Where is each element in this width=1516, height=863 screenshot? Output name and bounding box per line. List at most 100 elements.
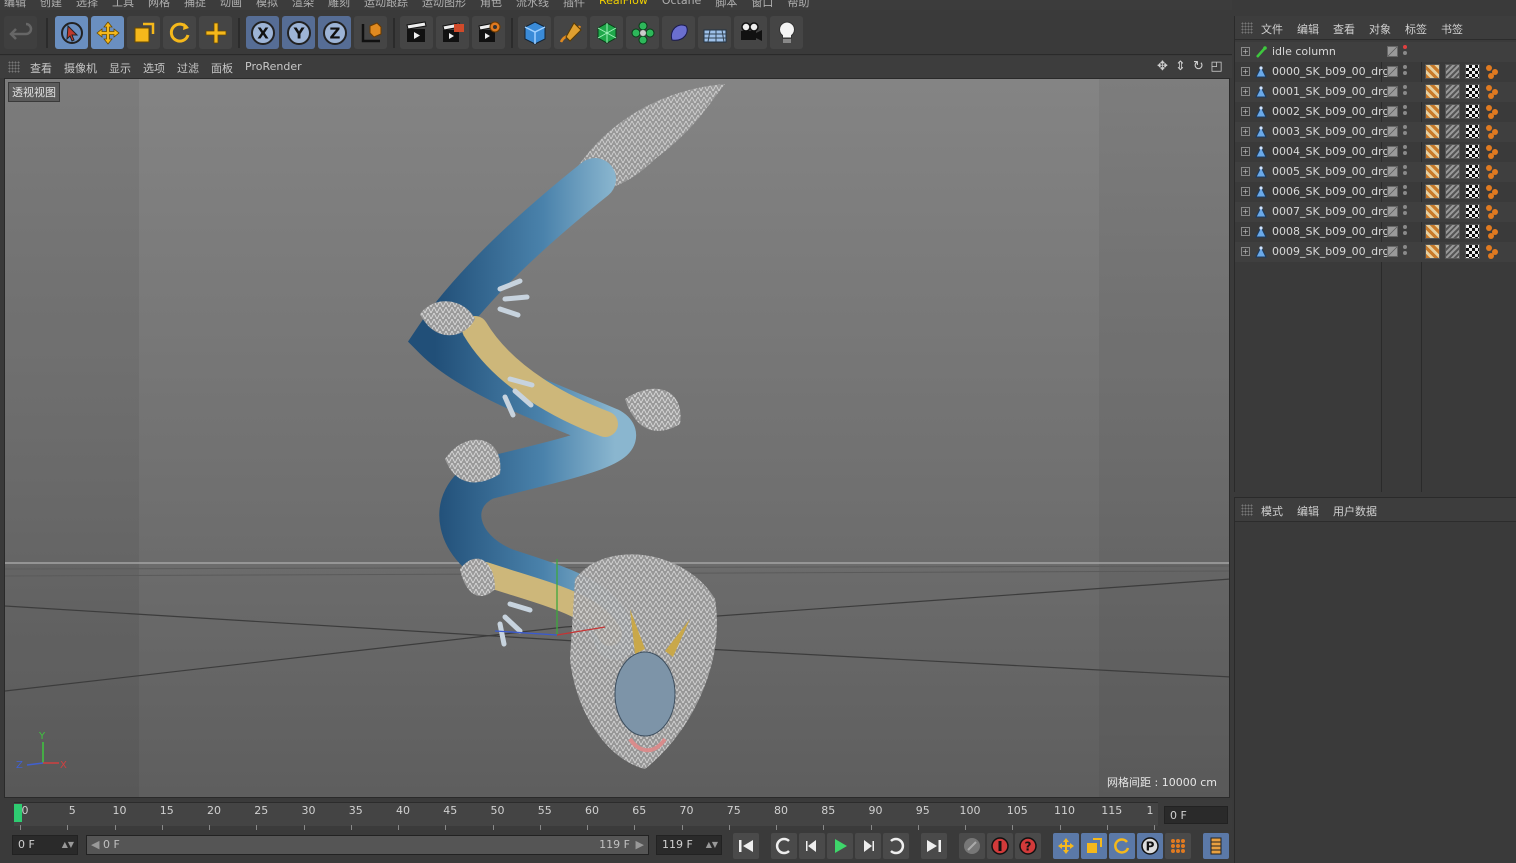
layer-visibility-icon[interactable] bbox=[1387, 106, 1398, 117]
object-row[interactable]: +0009_SK_b09_00_drg bbox=[1235, 242, 1516, 262]
menu-item[interactable]: Octane bbox=[662, 0, 702, 10]
viewport-menu-filter[interactable]: 过滤 bbox=[177, 60, 199, 76]
menu-item[interactable]: 帮助 bbox=[787, 0, 809, 10]
panel-grip-icon[interactable] bbox=[1241, 22, 1253, 34]
object-row[interactable]: +0003_SK_b09_00_drg bbox=[1235, 122, 1516, 142]
menu-item[interactable]: RealFlow bbox=[599, 0, 648, 10]
weight-tag-icon[interactable] bbox=[1485, 104, 1500, 119]
expand-toggle-icon[interactable]: + bbox=[1241, 207, 1250, 216]
weight-tag-icon[interactable] bbox=[1485, 84, 1500, 99]
om-menu-objects[interactable]: 对象 bbox=[1369, 21, 1391, 37]
weight-tag-icon[interactable] bbox=[1485, 144, 1500, 159]
texture-tag-icon[interactable] bbox=[1465, 224, 1480, 239]
skin-tag-icon[interactable] bbox=[1425, 244, 1440, 259]
editor-render-visibility-icon[interactable] bbox=[1403, 125, 1407, 139]
viewport-menu-prorender[interactable]: ProRender bbox=[245, 60, 302, 76]
layer-visibility-icon[interactable] bbox=[1387, 166, 1398, 177]
editor-render-visibility-icon[interactable] bbox=[1403, 45, 1407, 59]
rotate-icon[interactable] bbox=[163, 16, 196, 49]
om-menu-bookmarks[interactable]: 书签 bbox=[1441, 21, 1463, 37]
layer-visibility-icon[interactable] bbox=[1387, 206, 1398, 217]
material-tag-icon[interactable] bbox=[1445, 124, 1460, 139]
menu-item[interactable]: 捕捉 bbox=[184, 0, 206, 10]
object-row[interactable]: +0001_SK_b09_00_drg bbox=[1235, 82, 1516, 102]
spinner-arrows-icon[interactable]: ▲▼ bbox=[706, 836, 718, 854]
x-axis-icon[interactable]: X bbox=[246, 16, 279, 49]
menu-item[interactable]: 渲染 bbox=[292, 0, 314, 10]
expand-toggle-icon[interactable]: + bbox=[1241, 67, 1250, 76]
skin-tag-icon[interactable] bbox=[1425, 104, 1440, 119]
record-keys-button[interactable] bbox=[987, 833, 1013, 859]
go-to-start-button[interactable] bbox=[733, 833, 759, 859]
editor-render-visibility-icon[interactable] bbox=[1403, 165, 1407, 179]
material-tag-icon[interactable] bbox=[1445, 104, 1460, 119]
object-row[interactable]: + idle column bbox=[1235, 42, 1516, 62]
skin-tag-icon[interactable] bbox=[1425, 204, 1440, 219]
floor-environment-icon[interactable] bbox=[698, 16, 731, 49]
dolly-view-icon[interactable]: ⇕ bbox=[1173, 59, 1188, 74]
coordinate-system-icon[interactable] bbox=[354, 16, 387, 49]
texture-tag-icon[interactable] bbox=[1465, 144, 1480, 159]
viewport-menu-view[interactable]: 查看 bbox=[30, 60, 52, 76]
material-tag-icon[interactable] bbox=[1445, 144, 1460, 159]
menu-item[interactable]: 流水线 bbox=[516, 0, 549, 10]
object-row[interactable]: +0002_SK_b09_00_drg bbox=[1235, 102, 1516, 122]
object-name[interactable]: 0002_SK_b09_00_drg bbox=[1272, 105, 1389, 118]
object-name[interactable]: 0001_SK_b09_00_drg bbox=[1272, 85, 1389, 98]
camera-icon[interactable] bbox=[734, 16, 767, 49]
maximize-view-icon[interactable]: ◰ bbox=[1209, 59, 1224, 74]
undo-icon[interactable] bbox=[4, 16, 37, 49]
om-menu-tags[interactable]: 标签 bbox=[1405, 21, 1427, 37]
menu-item[interactable]: 创建 bbox=[40, 0, 62, 10]
texture-tag-icon[interactable] bbox=[1465, 64, 1480, 79]
layer-visibility-icon[interactable] bbox=[1387, 246, 1398, 257]
layer-visibility-icon[interactable] bbox=[1387, 146, 1398, 157]
texture-tag-icon[interactable] bbox=[1465, 124, 1480, 139]
menu-item[interactable]: 工具 bbox=[112, 0, 134, 10]
spinner-arrows-icon[interactable]: ▲▼ bbox=[62, 836, 74, 854]
editor-render-visibility-icon[interactable] bbox=[1403, 105, 1407, 119]
material-tag-icon[interactable] bbox=[1445, 64, 1460, 79]
expand-toggle-icon[interactable]: + bbox=[1241, 187, 1250, 196]
menu-item[interactable]: 编辑 bbox=[4, 0, 26, 10]
next-frame-button[interactable] bbox=[855, 833, 881, 859]
pan-view-icon[interactable]: ✥ bbox=[1155, 59, 1170, 74]
texture-tag-icon[interactable] bbox=[1465, 104, 1480, 119]
skin-tag-icon[interactable] bbox=[1425, 164, 1440, 179]
editor-render-visibility-icon[interactable] bbox=[1403, 245, 1407, 259]
object-name[interactable]: 0007_SK_b09_00_drg bbox=[1272, 205, 1389, 218]
next-key-button[interactable] bbox=[883, 833, 909, 859]
motion-record-button[interactable] bbox=[959, 833, 985, 859]
current-frame-field[interactable]: 0 F bbox=[1164, 806, 1228, 824]
object-name[interactable]: 0008_SK_b09_00_drg bbox=[1272, 225, 1389, 238]
viewport-menu-display[interactable]: 显示 bbox=[109, 60, 131, 76]
key-parameter-button[interactable]: P bbox=[1137, 833, 1163, 859]
material-tag-icon[interactable] bbox=[1445, 184, 1460, 199]
object-name[interactable]: idle column bbox=[1272, 45, 1336, 58]
move-icon[interactable] bbox=[91, 16, 124, 49]
menu-item[interactable]: 脚本 bbox=[715, 0, 737, 10]
deformer-icon[interactable] bbox=[662, 16, 695, 49]
expand-toggle-icon[interactable]: + bbox=[1241, 147, 1250, 156]
orbit-view-icon[interactable]: ↻ bbox=[1191, 59, 1206, 74]
menu-item[interactable]: 角色 bbox=[480, 0, 502, 10]
expand-toggle-icon[interactable]: + bbox=[1241, 107, 1250, 116]
object-name[interactable]: 0005_SK_b09_00_drg bbox=[1272, 165, 1389, 178]
cloner-icon[interactable] bbox=[626, 16, 659, 49]
menu-item[interactable]: 网格 bbox=[148, 0, 170, 10]
auto-key-button[interactable]: ? bbox=[1015, 833, 1041, 859]
timeline-window-button[interactable] bbox=[1203, 833, 1229, 859]
material-tag-icon[interactable] bbox=[1445, 204, 1460, 219]
editor-render-visibility-icon[interactable] bbox=[1403, 185, 1407, 199]
weight-tag-icon[interactable] bbox=[1485, 224, 1500, 239]
menu-item[interactable]: 运动图形 bbox=[422, 0, 466, 10]
preview-range-slider[interactable]: ◀ 0 F 119 F ▶ bbox=[86, 835, 649, 855]
subdivision-surface-icon[interactable] bbox=[590, 16, 623, 49]
skin-tag-icon[interactable] bbox=[1425, 224, 1440, 239]
am-menu-user-data[interactable]: 用户数据 bbox=[1333, 503, 1377, 519]
menu-item[interactable]: 插件 bbox=[563, 0, 585, 10]
object-row[interactable]: +0006_SK_b09_00_drg bbox=[1235, 182, 1516, 202]
select-cursor-icon[interactable] bbox=[55, 16, 88, 49]
render-view-icon[interactable] bbox=[400, 16, 433, 49]
menu-item[interactable]: 动画 bbox=[220, 0, 242, 10]
